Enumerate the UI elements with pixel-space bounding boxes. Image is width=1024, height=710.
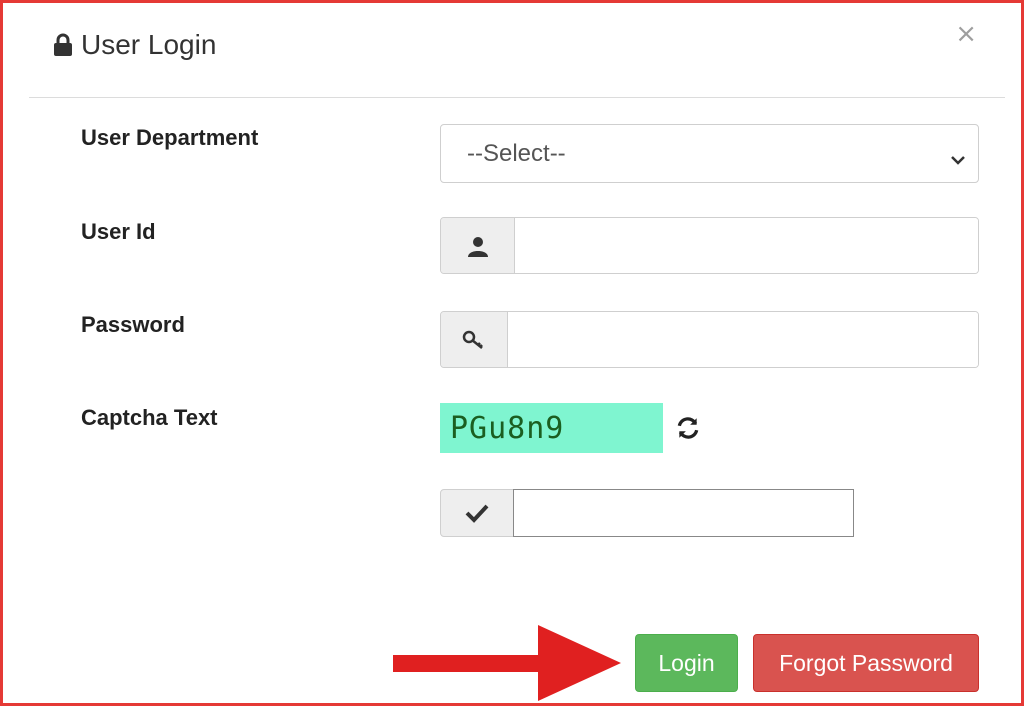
header-divider (29, 97, 1005, 98)
user-id-input[interactable] (515, 218, 978, 273)
chevron-down-icon (950, 145, 966, 173)
user-id-group (440, 217, 979, 274)
password-label: Password (81, 312, 185, 337)
dialog-header: User Login (53, 29, 216, 61)
key-icon (441, 312, 508, 367)
user-id-label: User Id (81, 219, 156, 244)
login-dialog: User Login × User Department --Select-- … (0, 0, 1024, 706)
department-select[interactable]: --Select-- (440, 124, 979, 183)
close-icon[interactable]: × (955, 21, 977, 47)
captcha-input[interactable] (513, 489, 854, 537)
password-group (440, 311, 979, 368)
department-selected-value: --Select-- (467, 139, 566, 167)
check-icon (440, 489, 514, 537)
red-arrow-icon (393, 625, 623, 710)
department-label: User Department (81, 125, 259, 150)
lock-icon (53, 33, 73, 57)
user-icon (441, 218, 515, 273)
forgot-password-button[interactable]: Forgot Password (753, 634, 979, 692)
dialog-title: User Login (81, 29, 217, 60)
captcha-image: PGu8n9 (440, 403, 663, 453)
password-input[interactable] (508, 312, 978, 367)
captcha-label: Captcha Text (81, 405, 218, 430)
login-button[interactable]: Login (635, 634, 738, 692)
refresh-icon[interactable] (675, 415, 701, 446)
